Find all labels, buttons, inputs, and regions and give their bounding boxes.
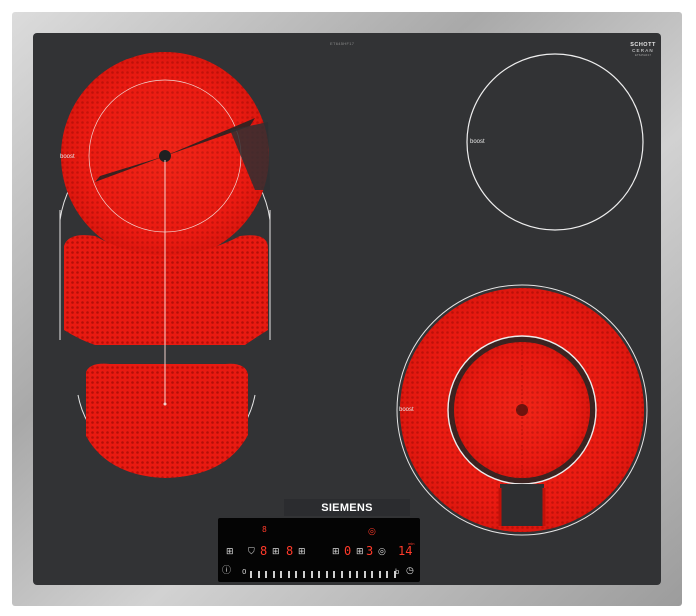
schott-logo-line3: ET645HF17 xyxy=(634,53,652,57)
model-number: ET645HF17 xyxy=(330,41,355,46)
dual-ring-icon[interactable]: ◎ xyxy=(378,548,386,557)
zone2-display: 8 xyxy=(286,544,294,558)
zone3-select-icon[interactable]: ⊞ xyxy=(332,548,340,557)
target-indicator-icon: ◎ xyxy=(368,527,376,537)
timer-min-label: min xyxy=(408,541,415,546)
power-slider[interactable] xyxy=(250,570,396,578)
zone1-select-icon[interactable]: ⊞ xyxy=(272,548,280,557)
cooktop-photo: ET645HF17 SCHOTT CERAN ET645HF17 boost b… xyxy=(0,0,696,616)
left-zone xyxy=(59,52,271,478)
timer-icon[interactable]: ◷ xyxy=(406,567,414,576)
zone1-display: 8 xyxy=(260,544,268,558)
zone-top-display: 8 xyxy=(262,525,267,534)
scale-end-label: b xyxy=(395,568,400,576)
left-zone-boost-label: boost xyxy=(60,154,75,160)
right-bottom-boost-label: boost xyxy=(399,407,414,413)
brand-logo: SIEMENS xyxy=(284,499,410,516)
zone-select-icon[interactable]: ⊞ xyxy=(226,548,234,557)
power-icon[interactable]: ⓘ xyxy=(222,567,231,576)
timer-display: 14 xyxy=(398,544,413,558)
zone4-display: 3 xyxy=(366,544,374,558)
schott-ceran-logo: SCHOTT CERAN ET645HF17 xyxy=(628,42,658,57)
scale-start-label: 0 xyxy=(242,568,247,576)
zone3-display: 0 xyxy=(344,544,352,558)
zone2-select-icon[interactable]: ⊞ xyxy=(298,548,306,557)
zone4-select-icon[interactable]: ⊞ xyxy=(356,548,364,557)
right-top-boost-label: boost xyxy=(470,139,485,145)
lock-icon[interactable]: ⛉ xyxy=(248,548,255,557)
